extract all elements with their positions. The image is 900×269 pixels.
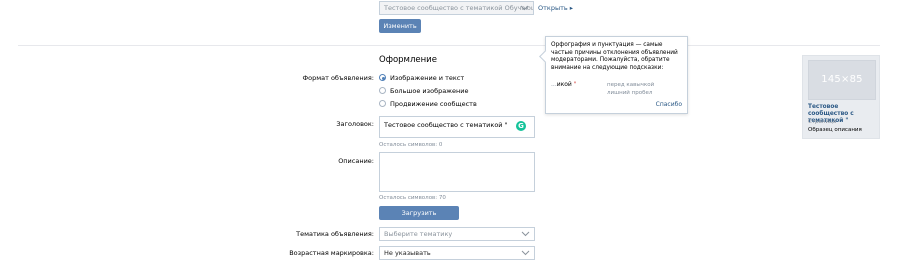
chevron-down-icon: [520, 5, 529, 11]
ad-preview: 145×85 Тестовое сообщество с тематикой "…: [802, 55, 880, 139]
section-title: Оформление: [379, 55, 437, 65]
community-select[interactable]: Тестовое сообщество с тематикой Обучающ.…: [379, 1, 534, 15]
change-button-label: Изменить: [383, 22, 417, 30]
arrow-right-icon: ▸: [569, 4, 574, 12]
preview-image-placeholder: 145×85: [808, 60, 876, 100]
chevron-down-icon: [521, 250, 530, 256]
age-label: Возрастная маркировка:: [289, 249, 374, 257]
popup-message: Орфография и пунктуация — самые частые п…: [551, 42, 678, 71]
title-label: Заголовок:: [336, 120, 374, 128]
chevron-down-icon: [521, 231, 530, 237]
change-button[interactable]: Изменить: [379, 19, 421, 33]
example-word: икой: [556, 81, 572, 88]
popup-example[interactable]: ...икой ": [551, 81, 577, 88]
radio-label: Большое изображение: [390, 87, 469, 95]
age-select-value: Не указывать: [384, 249, 431, 257]
section-divider: [18, 45, 880, 46]
age-select[interactable]: Не указывать: [379, 246, 535, 260]
open-community-link[interactable]: Открыть ▸: [538, 4, 573, 12]
title-input-value: Тестовое сообщество с тематикой ": [384, 121, 508, 129]
ad-editor-page: Тестовое сообщество с тематикой Обучающ.…: [0, 0, 900, 269]
topic-select[interactable]: Выберите тематику: [379, 227, 535, 241]
preview-description: Образец описания: [808, 127, 862, 133]
grammarly-icon[interactable]: G: [516, 121, 526, 131]
description-label: Описание:: [338, 157, 374, 165]
upload-image-button[interactable]: Загрузить изображение: [379, 206, 459, 231]
example-description: перед кавычкой лишний пробел: [607, 82, 655, 96]
radio-button[interactable]: [379, 87, 386, 94]
popup-arrow: [539, 50, 552, 63]
title-remaining: Осталось символов: 0: [379, 142, 443, 148]
radio-label: Изображение и текст: [390, 74, 465, 82]
description-remaining: Осталось символов: 70: [379, 195, 446, 201]
title-input[interactable]: Тестовое сообщество с тематикой ": [379, 116, 535, 138]
format-label: Формат объявления:: [302, 74, 374, 82]
description-input[interactable]: [379, 152, 535, 192]
radio-label: Продвижение сообществ: [390, 100, 477, 108]
radio-button[interactable]: [379, 100, 386, 107]
community-select-value: Тестовое сообщество с тематикой Обучающ.…: [384, 4, 534, 12]
radio-button[interactable]: [379, 74, 386, 81]
topic-label: Тематика объявления:: [296, 230, 374, 238]
example-mark: ": [573, 81, 577, 88]
thanks-link[interactable]: Спасибо: [656, 101, 682, 108]
preview-type: Страница: [808, 119, 837, 125]
spelling-hint-popup: Орфография и пунктуация — самые частые п…: [539, 36, 688, 114]
open-link-label: Открыть: [538, 4, 568, 12]
topic-select-value: Выберите тематику: [384, 230, 453, 238]
